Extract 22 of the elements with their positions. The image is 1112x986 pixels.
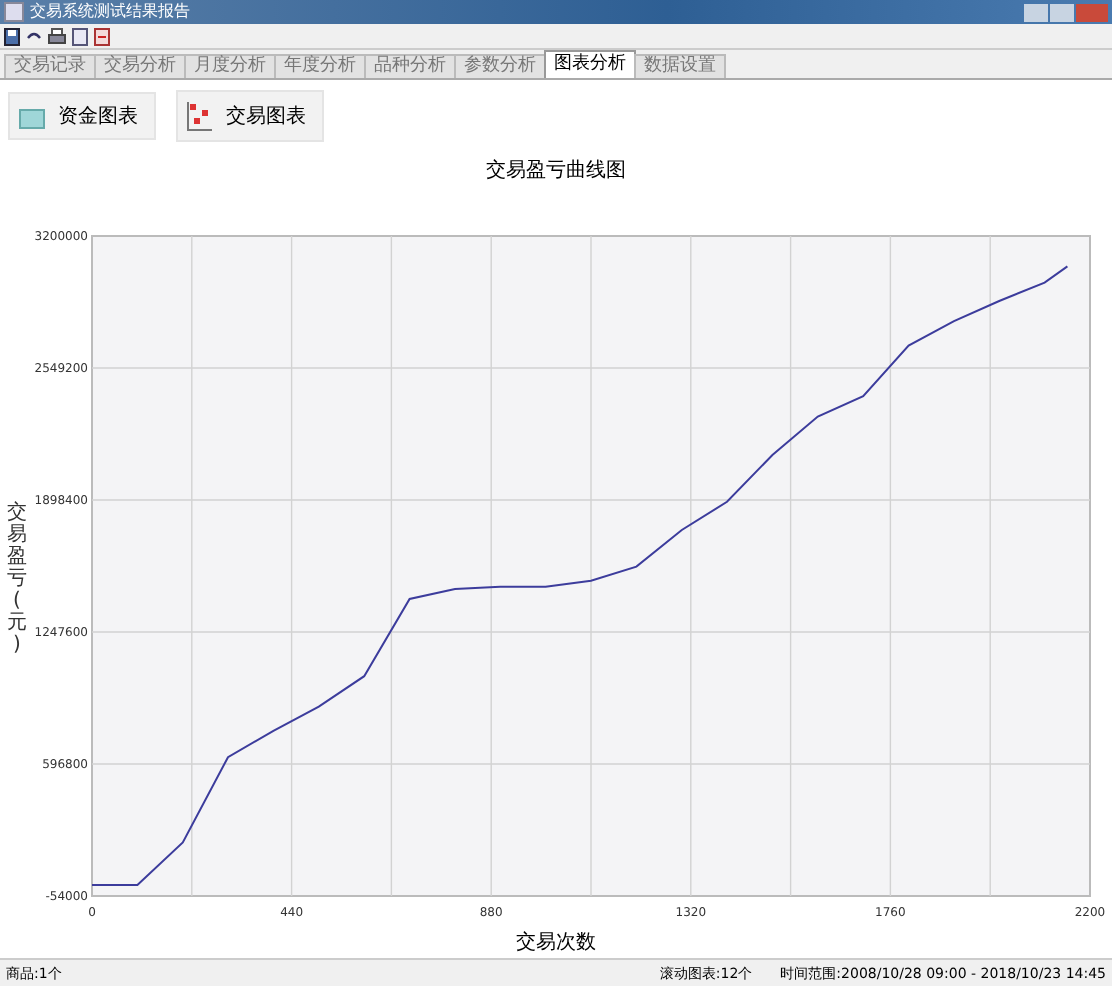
tab[interactable]: 交易记录 bbox=[4, 54, 96, 78]
tab[interactable]: 图表分析 bbox=[544, 50, 636, 78]
tab[interactable]: 月度分析 bbox=[184, 54, 276, 78]
chart-type-button[interactable]: 交易图表 bbox=[176, 90, 324, 142]
exit-icon[interactable] bbox=[94, 27, 110, 45]
document-icon[interactable] bbox=[72, 27, 88, 45]
app-icon bbox=[4, 2, 24, 22]
maximize-button[interactable] bbox=[1050, 3, 1074, 21]
printer-icon[interactable] bbox=[48, 27, 66, 45]
minimize-button[interactable] bbox=[1024, 3, 1048, 21]
save-icon[interactable] bbox=[4, 27, 20, 45]
scatter-icon bbox=[186, 100, 214, 132]
tab[interactable]: 数据设置 bbox=[634, 54, 726, 78]
tab[interactable]: 品种分析 bbox=[364, 54, 456, 78]
window-title: 交易系统测试结果报告 bbox=[30, 0, 190, 24]
tab[interactable]: 年度分析 bbox=[274, 54, 366, 78]
chart-type-button[interactable]: 资金图表 bbox=[8, 92, 156, 140]
y-axis-title: 交易盈亏(元) bbox=[6, 502, 28, 656]
tab[interactable]: 交易分析 bbox=[94, 54, 186, 78]
chart-title: 交易盈亏曲线图 bbox=[486, 160, 626, 182]
x-axis-title: 交易次数 bbox=[516, 932, 596, 954]
tab[interactable]: 参数分析 bbox=[454, 54, 546, 78]
